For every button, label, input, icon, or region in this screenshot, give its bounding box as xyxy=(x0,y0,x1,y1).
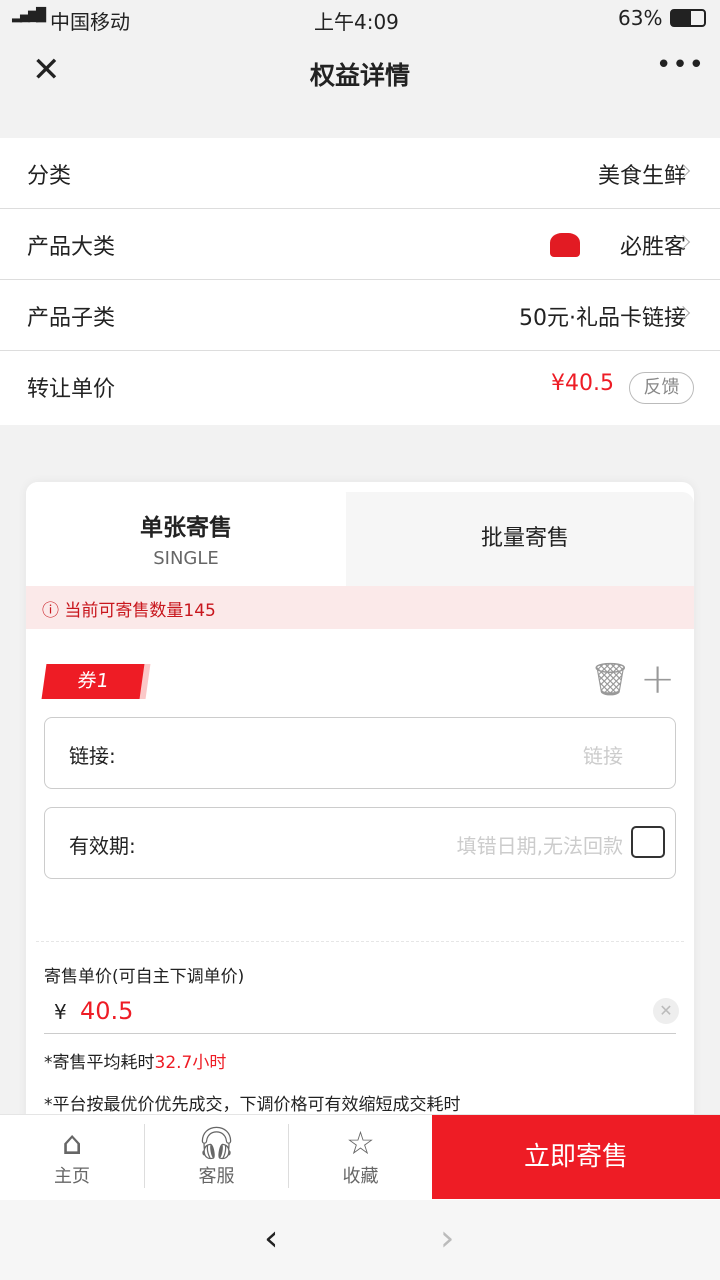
battery-level: 63% xyxy=(618,6,663,30)
page-title: 权益详情 xyxy=(309,61,410,90)
tab-label: 单张寄售 xyxy=(140,515,232,541)
status-bar: ▂▄▆█ 中国移动 上午4:09 63% xyxy=(0,0,720,36)
price-note: *平台按最优价优先成交，下调价格可有效缩短成交耗时 xyxy=(44,1095,461,1115)
star-icon: ☆ xyxy=(346,1124,375,1162)
battery-icon xyxy=(670,9,706,27)
time: 上午4:09 xyxy=(314,10,399,34)
back-icon[interactable]: ‹ xyxy=(264,1218,278,1259)
price-value: ¥40.5 xyxy=(551,371,614,396)
placeholder: 填错日期,无法回款 xyxy=(456,834,623,858)
placeholder: 链接 xyxy=(583,744,623,768)
label: 有效期: xyxy=(69,834,136,858)
tab-sub: SINGLE xyxy=(153,548,219,569)
avg-value: 32.7小时 xyxy=(154,1053,227,1073)
info-row-price: 转让单价 ¥40.5 反馈 xyxy=(0,351,720,425)
plus-icon[interactable]: + xyxy=(640,654,675,703)
clear-icon[interactable]: ✕ xyxy=(653,998,679,1024)
service-button[interactable]: 🎧︎ 客服 xyxy=(144,1124,288,1188)
value: 必胜客 xyxy=(619,235,686,260)
label: 产品大类 xyxy=(27,235,116,260)
notice-bar: ⓘ 当前可寄售数量145 xyxy=(26,586,694,629)
pizza-hut-logo xyxy=(550,233,580,257)
divider xyxy=(44,1033,676,1034)
info-icon: ⓘ xyxy=(42,601,59,621)
label: 产品子类 xyxy=(27,306,116,331)
home-button[interactable]: ⌂ 主页 xyxy=(0,1124,144,1188)
browser-toolbar: ‹ › xyxy=(0,1200,720,1280)
label: 收藏 xyxy=(342,1166,379,1187)
info-row-subcategory[interactable]: 产品子类 50元·礼品卡链接 xyxy=(0,280,720,351)
avg-time: *寄售平均耗时32.7小时 xyxy=(44,1048,226,1073)
notice-text: 当前可寄售数量145 xyxy=(64,601,216,621)
price-input[interactable]: 40.5 xyxy=(80,997,133,1025)
calendar-icon[interactable] xyxy=(631,826,665,858)
value: 50元·礼品卡链接 xyxy=(519,306,686,331)
carrier: 中国移动 xyxy=(50,10,130,34)
favorite-button[interactable]: ☆ 收藏 xyxy=(288,1124,432,1188)
tab-single[interactable]: 单张寄售 SINGLE xyxy=(26,482,346,586)
more-icon[interactable]: ••• xyxy=(656,50,705,80)
label: 主页 xyxy=(54,1166,90,1187)
label: 链接: xyxy=(69,744,116,768)
tab-batch[interactable]: 批量寄售 xyxy=(356,520,694,552)
value: 美食生鲜 xyxy=(597,164,686,189)
headset-icon: 🎧︎ xyxy=(196,1124,237,1162)
link-field[interactable]: 链接: 链接 xyxy=(44,717,676,789)
forward-icon[interactable]: › xyxy=(440,1218,454,1259)
label: 转让单价 xyxy=(27,377,116,402)
price-label: 寄售单价(可自主下调单价) xyxy=(44,967,245,987)
label: 客服 xyxy=(198,1166,235,1187)
nav-bar: ✕ 权益详情 ••• xyxy=(0,36,720,112)
submit-button[interactable]: 立即寄售 xyxy=(432,1115,720,1199)
divider xyxy=(36,941,684,942)
info-row-category[interactable]: 分类 美食生鲜 xyxy=(0,138,720,209)
currency: ¥ xyxy=(54,1000,67,1024)
expiry-field[interactable]: 有效期: 填错日期,无法回款 xyxy=(44,807,676,879)
feedback-button[interactable]: 反馈 xyxy=(629,372,694,404)
avg-prefix: *寄售平均耗时 xyxy=(44,1053,155,1073)
trash-icon[interactable]: 🗑 xyxy=(590,660,631,698)
coupon-tag: 券1 xyxy=(41,664,145,699)
label: 分类 xyxy=(27,164,72,189)
home-icon: ⌂ xyxy=(61,1124,83,1162)
info-row-brand[interactable]: 产品大类 必胜客 xyxy=(0,209,720,280)
signal-icon: ▂▄▆█ xyxy=(12,8,46,23)
